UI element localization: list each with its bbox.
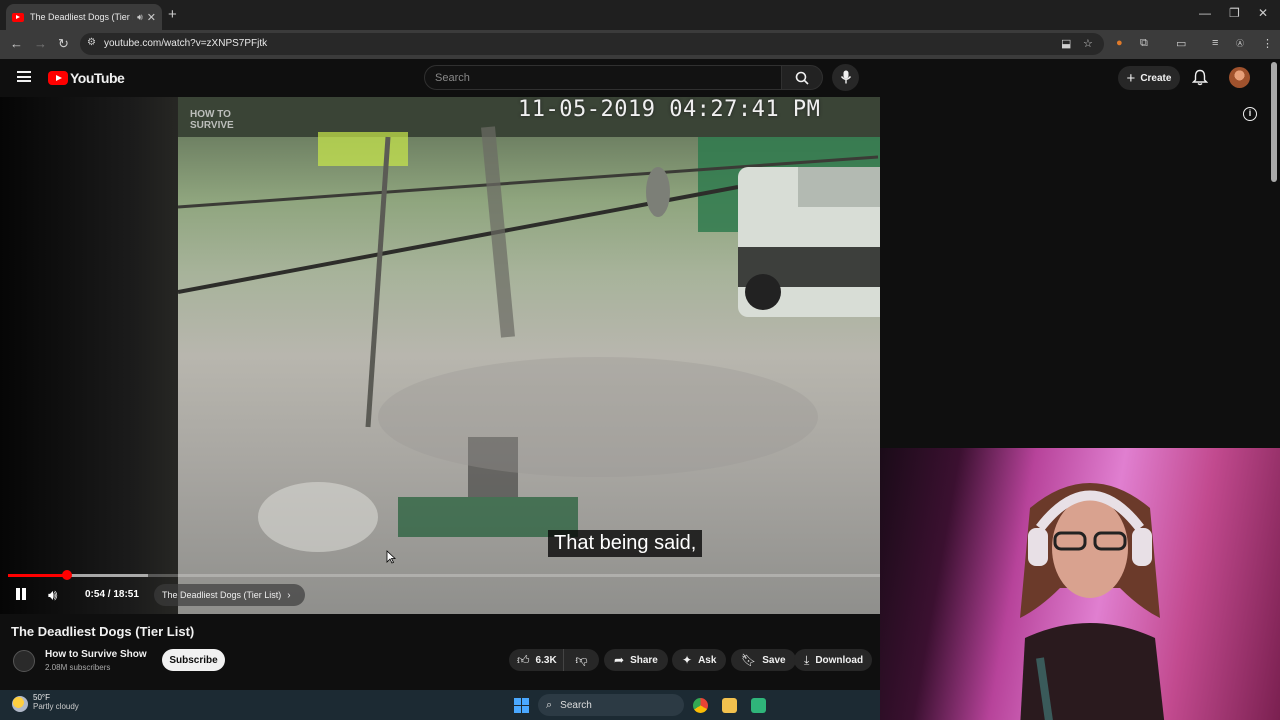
thumbs-down-icon: 👎︎ — [575, 652, 588, 667]
channel-name[interactable]: How to Survive Show — [45, 649, 147, 660]
pause-button[interactable] — [14, 587, 28, 603]
like-button[interactable]: 👍︎ 6.3K — [509, 649, 563, 671]
pause-icon-bar — [22, 588, 26, 600]
windows-start-icon[interactable] — [514, 698, 529, 713]
video-caption: That being said, — [548, 530, 703, 557]
video-left-dark-region — [0, 97, 190, 614]
save-button[interactable]: 🔖︎ Save — [731, 649, 796, 671]
channel-watermark: HOW TO SURVIVE — [190, 109, 234, 131]
bookmark-icon: 🔖︎ — [741, 653, 757, 667]
camera-timestamp: 11-05-2019 04:27:41 PM — [518, 97, 821, 122]
taskbar-search[interactable]: ⌕ Search — [538, 694, 684, 716]
search-button[interactable] — [781, 65, 823, 90]
download-icon: ⤓ — [804, 652, 810, 667]
search-icon — [795, 71, 809, 85]
file-explorer-icon[interactable] — [722, 698, 737, 713]
address-bar[interactable]: ⚙ youtube.com/watch?v=zXNPS7PFjtk — [80, 33, 1104, 55]
restore-icon[interactable]: ❐ — [1229, 6, 1240, 20]
voice-search-button[interactable] — [832, 64, 859, 91]
ask-button[interactable]: ✦ Ask — [672, 649, 727, 671]
youtube-logo[interactable]: YouTube — [48, 70, 125, 86]
security-camera-scene — [178, 97, 880, 552]
download-button[interactable]: ⤓ Download — [794, 649, 872, 671]
hamburger-menu-icon[interactable] — [17, 71, 31, 82]
mouse-cursor-icon — [386, 550, 396, 564]
install-app-icon[interactable]: ⬓ — [1061, 37, 1071, 50]
extensions-puzzle-icon[interactable]: ⧉ — [1140, 37, 1148, 50]
minimize-icon[interactable]: — — [1199, 6, 1211, 20]
youtube-header: YouTube Search + Create — [0, 59, 1280, 97]
search-icon: ⌕ — [546, 698, 553, 711]
close-tab-icon[interactable]: ✕ — [147, 11, 156, 24]
create-button[interactable]: + Create — [1118, 66, 1180, 90]
app-icon[interactable] — [751, 698, 766, 713]
share-button[interactable]: ➦ Share — [604, 649, 668, 671]
search-input[interactable]: Search — [424, 65, 782, 90]
media-control-icon[interactable]: ≡ — [1212, 37, 1218, 49]
temperature: 50°F — [33, 693, 50, 702]
microphone-icon — [840, 70, 852, 84]
more-menu-icon[interactable]: ⋮ — [1262, 37, 1273, 50]
extension-icon[interactable]: ● — [1116, 37, 1123, 49]
pause-icon — [16, 588, 20, 600]
notifications-bell-icon[interactable] — [1192, 69, 1208, 86]
thumbs-up-icon: 👍︎ — [517, 652, 530, 667]
streamer-figure — [1020, 483, 1165, 720]
speaker-icon[interactable]: 🔊︎ — [137, 12, 143, 23]
tab-title: The Deadliest Dogs (Tier List) — [30, 12, 133, 22]
subscribe-button[interactable]: Subscribe — [162, 649, 225, 671]
volume-icon[interactable]: 🔊︎ — [48, 587, 57, 604]
channel-avatar[interactable] — [13, 650, 35, 672]
weather-widget[interactable]: 50°F Partly cloudy — [12, 693, 79, 712]
share-icon: ➦ — [614, 653, 625, 667]
windows-taskbar: 50°F Partly cloudy ⌕ Search — [0, 690, 880, 720]
video-frame[interactable]: 11-05-2019 04:27:41 PM HOW TO SURVIVE — [178, 97, 880, 614]
close-window-icon[interactable]: ✕ — [1258, 6, 1268, 20]
time-display: 0:54 / 18:51 — [85, 589, 139, 600]
subscriber-count: 2.08M subscribers — [45, 663, 111, 672]
sparkle-icon: ✦ — [682, 653, 693, 667]
new-tab-button[interactable]: + — [168, 6, 177, 23]
browser-tab[interactable]: The Deadliest Dogs (Tier List) 🔊︎ ✕ — [6, 4, 162, 30]
page-scrollbar[interactable] — [1271, 62, 1277, 182]
site-info-icon[interactable]: ⚙ — [87, 37, 96, 48]
back-icon[interactable]: ← — [10, 36, 23, 51]
chrome-icon[interactable] — [693, 698, 708, 713]
youtube-play-icon — [48, 71, 68, 85]
progress-bar[interactable] — [8, 570, 880, 580]
webcam-overlay — [880, 448, 1280, 720]
dislike-button[interactable]: 👎︎ — [563, 649, 599, 671]
browser-tab-bar: The Deadliest Dogs (Tier List) 🔊︎ ✕ + — … — [0, 0, 1280, 30]
video-title: The Deadliest Dogs (Tier List) — [11, 624, 195, 639]
chapter-button[interactable]: The Deadliest Dogs (Tier List) › — [154, 584, 305, 606]
profile-icon[interactable]: Ⓐ — [1236, 38, 1244, 49]
plus-icon: + — [1126, 69, 1136, 87]
weather-condition: Partly cloudy — [33, 702, 79, 711]
partly-cloudy-icon — [12, 696, 28, 712]
video-player[interactable]: 11-05-2019 04:27:41 PM HOW TO SURVIVE Th… — [0, 97, 880, 614]
progress-played — [8, 574, 68, 577]
reload-icon[interactable]: ↻ — [58, 36, 69, 52]
cast-icon[interactable]: ▭ — [1176, 37, 1186, 50]
browser-toolbar: ← → ↻ ⚙ youtube.com/watch?v=zXNPS7PFjtk … — [0, 30, 1280, 59]
chevron-right-icon: › — [287, 589, 291, 601]
bookmark-star-icon[interactable]: ☆ — [1083, 37, 1093, 50]
youtube-favicon-icon — [12, 12, 24, 22]
url-text[interactable]: youtube.com/watch?v=zXNPS7PFjtk — [104, 38, 267, 49]
forward-icon[interactable]: → — [34, 36, 47, 51]
info-icon[interactable]: i — [1243, 107, 1257, 121]
account-avatar[interactable] — [1229, 67, 1250, 88]
